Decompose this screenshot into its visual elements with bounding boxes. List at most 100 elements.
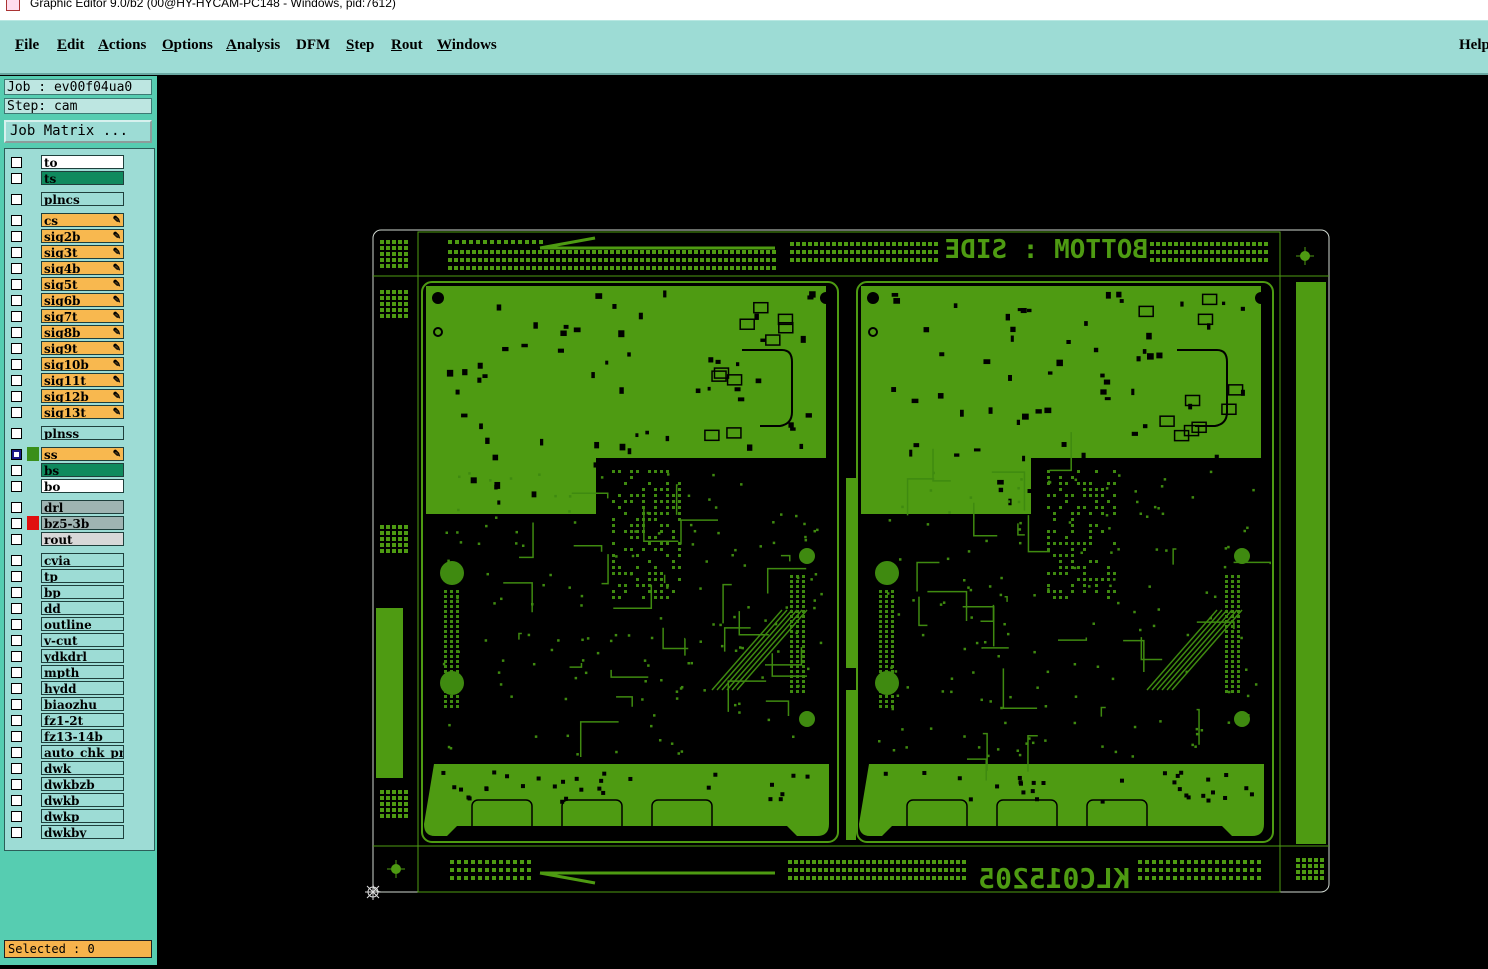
layer-name[interactable]: bs — [41, 463, 124, 477]
layer-name[interactable]: sig12b✎ — [41, 389, 124, 403]
layer-name[interactable]: bo — [41, 479, 124, 493]
layer-row-sig3t[interactable]: sig3t✎ — [5, 245, 155, 260]
layer-name[interactable]: sig3t✎ — [41, 245, 124, 259]
layer-row-dwkp[interactable]: dwkp — [5, 809, 155, 824]
layer-name[interactable]: mpth — [41, 665, 124, 679]
layer-row-auto_chk_pnl[interactable]: auto_chk_pnl — [5, 745, 155, 760]
layer-row-sig8b[interactable]: sig8b✎ — [5, 325, 155, 340]
layer-row-sig7t[interactable]: sig7t✎ — [5, 309, 155, 324]
layer-row-fz13-14b[interactable]: fz13-14b — [5, 729, 155, 744]
layer-row-outline[interactable]: outline — [5, 617, 155, 632]
layer-checkbox[interactable] — [11, 651, 22, 662]
layer-checkbox[interactable] — [11, 391, 22, 402]
layer-row-hydd[interactable]: hydd — [5, 681, 155, 696]
menu-file[interactable]: File — [15, 37, 39, 54]
layer-row-sig9t[interactable]: sig9t✎ — [5, 341, 155, 356]
layer-name[interactable]: sig13t✎ — [41, 405, 124, 419]
layer-checkbox[interactable] — [11, 811, 22, 822]
menu-rout[interactable]: Rout — [391, 37, 423, 54]
layer-checkbox[interactable] — [11, 619, 22, 630]
layer-checkbox[interactable] — [11, 699, 22, 710]
layer-checkbox[interactable] — [11, 295, 22, 306]
layer-name[interactable]: sig8b✎ — [41, 325, 124, 339]
layer-name[interactable]: auto_chk_pnl — [41, 745, 124, 759]
layer-row-dwkby[interactable]: dwkby — [5, 825, 155, 840]
menu-edit[interactable]: Edit — [57, 37, 85, 54]
menu-actions[interactable]: Actions — [98, 37, 146, 54]
layer-name[interactable]: plnss — [41, 426, 124, 440]
layer-row-ts[interactable]: ts — [5, 171, 155, 186]
layer-name[interactable]: sig4b✎ — [41, 261, 124, 275]
graphic-canvas[interactable]: BOTTOM : SIDEKLC015205 — [157, 76, 1488, 965]
layer-name[interactable]: dwk — [41, 761, 124, 775]
menu-dfm[interactable]: DFM — [296, 37, 330, 54]
layer-checkbox[interactable] — [11, 449, 22, 460]
layer-row-sig5t[interactable]: sig5t✎ — [5, 277, 155, 292]
layer-name[interactable]: drl — [41, 500, 124, 514]
layer-row-biaozhu[interactable]: biaozhu — [5, 697, 155, 712]
layer-name[interactable]: bp — [41, 585, 124, 599]
layer-name[interactable]: dwkby — [41, 825, 124, 839]
menu-options[interactable]: Options — [162, 37, 213, 54]
layer-checkbox[interactable] — [11, 157, 22, 168]
layer-name[interactable]: cs✎ — [41, 213, 124, 227]
layer-checkbox[interactable] — [11, 481, 22, 492]
menu-windows[interactable]: Windows — [437, 37, 497, 54]
layer-name[interactable]: sig7t✎ — [41, 309, 124, 323]
job-matrix-button[interactable]: Job Matrix ... — [4, 120, 152, 143]
layer-checkbox[interactable] — [11, 279, 22, 290]
menu-step[interactable]: Step — [346, 37, 374, 54]
layer-name[interactable]: bz5-3b — [41, 516, 124, 530]
layer-row-to[interactable]: to — [5, 155, 155, 170]
layer-name[interactable]: tp — [41, 569, 124, 583]
layer-name[interactable]: sig10b✎ — [41, 357, 124, 371]
layer-name[interactable]: sig2b✎ — [41, 229, 124, 243]
layer-checkbox[interactable] — [11, 795, 22, 806]
layer-name[interactable]: dwkp — [41, 809, 124, 823]
layer-checkbox[interactable] — [11, 683, 22, 694]
layer-name[interactable]: sig6b✎ — [41, 293, 124, 307]
layer-row-sig4b[interactable]: sig4b✎ — [5, 261, 155, 276]
layer-checkbox[interactable] — [11, 747, 22, 758]
layer-name[interactable]: ss✎ — [41, 447, 124, 461]
layer-row-plncs[interactable]: plncs — [5, 192, 155, 207]
layer-row-bo[interactable]: bo — [5, 479, 155, 494]
layer-row-ss[interactable]: ss✎ — [5, 447, 155, 462]
layer-name[interactable]: dwkbzb — [41, 777, 124, 791]
layer-checkbox[interactable] — [11, 587, 22, 598]
layer-row-sig2b[interactable]: sig2b✎ — [5, 229, 155, 244]
layer-checkbox[interactable] — [11, 534, 22, 545]
layer-row-dwkbzb[interactable]: dwkbzb — [5, 777, 155, 792]
layer-name[interactable]: outline — [41, 617, 124, 631]
layer-checkbox[interactable] — [11, 731, 22, 742]
layer-name[interactable]: plncs — [41, 192, 124, 206]
layer-name[interactable]: dd — [41, 601, 124, 615]
layer-row-cs[interactable]: cs✎ — [5, 213, 155, 228]
layer-checkbox[interactable] — [11, 215, 22, 226]
layer-name[interactable]: sig9t✎ — [41, 341, 124, 355]
layer-name[interactable]: cvia — [41, 553, 124, 567]
layer-row-v-cut[interactable]: v-cut — [5, 633, 155, 648]
layer-row-dd[interactable]: dd — [5, 601, 155, 616]
layer-row-dwkb[interactable]: dwkb — [5, 793, 155, 808]
layer-name[interactable]: ydkdrl — [41, 649, 124, 663]
layer-name[interactable]: to — [41, 155, 124, 169]
layer-row-rout[interactable]: rout — [5, 532, 155, 547]
layer-name[interactable]: fz13-14b — [41, 729, 124, 743]
layer-checkbox[interactable] — [11, 173, 22, 184]
layer-checkbox[interactable] — [11, 571, 22, 582]
layer-checkbox[interactable] — [11, 603, 22, 614]
layer-checkbox[interactable] — [11, 231, 22, 242]
layer-checkbox[interactable] — [11, 407, 22, 418]
layer-checkbox[interactable] — [11, 359, 22, 370]
layer-checkbox[interactable] — [11, 247, 22, 258]
layer-checkbox[interactable] — [11, 428, 22, 439]
layer-row-drl[interactable]: drl — [5, 500, 155, 515]
layer-row-bs[interactable]: bs — [5, 463, 155, 478]
layer-row-fz1-2t[interactable]: fz1-2t — [5, 713, 155, 728]
layer-name[interactable]: fz1-2t — [41, 713, 124, 727]
layer-row-sig10b[interactable]: sig10b✎ — [5, 357, 155, 372]
menu-help[interactable]: Help — [1459, 37, 1488, 54]
layer-name[interactable]: dwkb — [41, 793, 124, 807]
layer-checkbox[interactable] — [11, 715, 22, 726]
